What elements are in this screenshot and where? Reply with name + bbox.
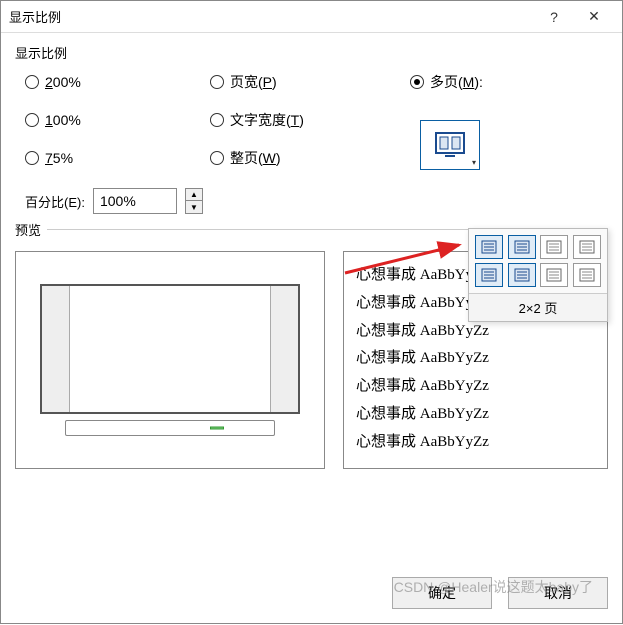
pages-popup: 2×2 页 [468, 228, 608, 322]
radio-icon [210, 113, 224, 127]
monitor-light-icon [210, 427, 224, 430]
radio-75[interactable]: 75% [25, 148, 210, 168]
radio-200[interactable]: 200% [25, 72, 210, 92]
page-cell[interactable] [508, 235, 536, 259]
spinner-up[interactable]: ▲ [186, 189, 202, 201]
titlebar: 显示比例 ? ✕ [1, 1, 622, 33]
percent-input[interactable]: 100% [93, 188, 177, 214]
radio-text-width[interactable]: 文字宽度(T) [210, 110, 410, 130]
radio-whole-page[interactable]: 整页(W) [210, 148, 410, 168]
radio-100[interactable]: 100% [25, 110, 210, 130]
radio-page-width[interactable]: 页宽(P) [210, 72, 410, 92]
close-icon[interactable]: ✕ [574, 8, 614, 25]
page-cell[interactable] [573, 235, 601, 259]
preview-monitor [15, 251, 325, 469]
monitor-side [270, 286, 298, 412]
radio-icon [410, 75, 424, 89]
zoom-dialog: 显示比例 ? ✕ 显示比例 200% 100% 75% [0, 0, 623, 624]
radio-icon [25, 151, 39, 165]
radio-col-3: 多页(M): ▾ [410, 72, 598, 170]
monitor-center [70, 286, 270, 412]
monitor-pages-icon [435, 132, 465, 158]
radio-label: 多页(M): [430, 72, 483, 92]
monitor-side [42, 286, 70, 412]
percent-row: 百分比(E): 100% ▲ ▼ [15, 170, 608, 214]
radio-label: 100% [45, 112, 81, 128]
cancel-button[interactable]: 取消 [508, 577, 608, 609]
button-bar: 确定 取消 [1, 562, 622, 623]
radio-label: 200% [45, 74, 81, 90]
radio-label: 文字宽度(T) [230, 110, 304, 130]
radio-icon [25, 113, 39, 127]
sample-line: 心想事成 AaBbYyZz [356, 345, 595, 373]
sample-line: 心想事成 AaBbYyZz [356, 429, 595, 457]
page-cell[interactable] [475, 235, 503, 259]
radio-many-pages[interactable]: 多页(M): [410, 72, 598, 92]
sample-line: 心想事成 AaBbYyZz [356, 373, 595, 401]
page-cell[interactable] [540, 235, 568, 259]
window-title: 显示比例 [9, 7, 534, 26]
radio-columns: 200% 100% 75% 页宽(P) 文字宽度(T) [15, 68, 608, 170]
help-icon[interactable]: ? [534, 9, 574, 25]
spinner-down[interactable]: ▼ [186, 201, 202, 213]
page-cell[interactable] [540, 263, 568, 287]
radio-label: 75% [45, 150, 73, 166]
page-cell[interactable] [508, 263, 536, 287]
radio-col-2: 页宽(P) 文字宽度(T) 整页(W) [210, 72, 410, 170]
radio-icon [210, 151, 224, 165]
chevron-down-icon: ▾ [472, 158, 476, 167]
page-cell[interactable] [475, 263, 503, 287]
radio-icon [210, 75, 224, 89]
radio-icon [25, 75, 39, 89]
monitor-stand [65, 420, 275, 436]
ok-button[interactable]: 确定 [392, 577, 492, 609]
percent-label: 百分比(E): [25, 192, 85, 211]
percent-spinner: ▲ ▼ [185, 188, 203, 214]
pages-grid [469, 229, 607, 293]
many-pages-button[interactable]: ▾ [420, 120, 480, 170]
page-cell[interactable] [573, 263, 601, 287]
zoom-group-label: 显示比例 [15, 41, 608, 68]
radio-label: 页宽(P) [230, 72, 277, 92]
sample-line: 心想事成 AaBbYyZz [356, 401, 595, 429]
monitor-icon [40, 284, 300, 414]
radio-label: 整页(W) [230, 148, 281, 168]
pages-popup-status: 2×2 页 [469, 293, 607, 321]
radio-col-1: 200% 100% 75% [25, 72, 210, 170]
dialog-body: 显示比例 200% 100% 75% 页宽(P) [1, 33, 622, 562]
